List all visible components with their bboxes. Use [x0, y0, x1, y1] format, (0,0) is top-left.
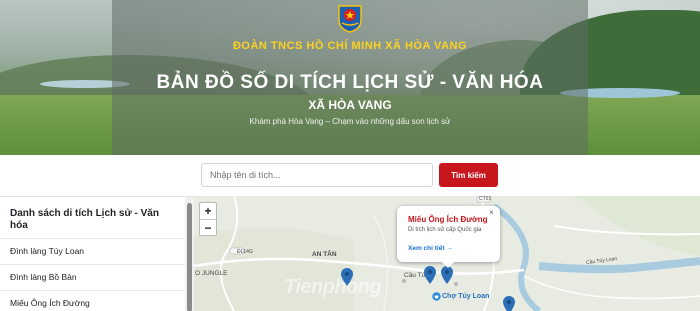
- map-marker-icon[interactable]: [424, 266, 436, 284]
- sidebar-scrollbar-thumb[interactable]: [187, 203, 192, 311]
- search-button[interactable]: Tìm kiếm: [439, 163, 498, 187]
- route-label-ct01: CT01: [479, 196, 492, 202]
- page-title: BẢN ĐỒ SỐ DI TÍCH LỊCH SỬ - VĂN HÓA: [156, 72, 544, 93]
- map-marker-icon[interactable]: [441, 266, 453, 284]
- market-icon: [432, 292, 441, 301]
- route-label-dl14g: ĐL14G: [237, 249, 253, 255]
- list-item-dinh-lang-tuy-loan[interactable]: Đình làng Túy Loan: [0, 238, 185, 263]
- zoom-in-button[interactable]: +: [200, 203, 216, 219]
- list-item-dinh-lang-bo-ban[interactable]: Đình làng Bồ Bản: [0, 264, 185, 289]
- site-list-title: Danh sách di tích Lịch sử - Văn hóa: [10, 208, 159, 231]
- hero-tagline: Khám phá Hòa Vang – Chạm vào những dấu s…: [249, 117, 451, 126]
- popup-title: Miếu Ông Ích Đường: [408, 215, 488, 224]
- search-input[interactable]: [201, 163, 433, 187]
- zoom-out-button[interactable]: −: [200, 220, 216, 236]
- map-zoom-control: + −: [199, 202, 217, 236]
- map-label-cho-tuy-loan: Chợ Túy Loan: [442, 293, 490, 300]
- tienphong-watermark: Tienphong: [284, 276, 382, 298]
- page-subtitle: XÃ HÒA VANG: [308, 98, 392, 112]
- map-label-jungle: O JUNGLE: [195, 270, 228, 277]
- popup-details-link[interactable]: Xem chi tiết →: [408, 245, 453, 252]
- hero-banner: ĐOÀN TNCS HỒ CHÍ MINH XÃ HÒA VANG BẢN ĐỒ…: [0, 0, 700, 155]
- map-popup: × Miếu Ông Ích Đường Di tích lịch sử cấp…: [397, 206, 500, 268]
- popup-description: Di tích lịch sử cấp Quốc gia: [408, 227, 482, 233]
- popup-close-button[interactable]: ×: [489, 208, 494, 217]
- organization-name: ĐOÀN TNCS HỒ CHÍ MINH XÃ HÒA VANG: [232, 40, 468, 52]
- list-item-mieu-ong-ich-duong[interactable]: Miếu Ông Ích Đường: [0, 290, 185, 311]
- youth-union-emblem-icon: [338, 5, 362, 33]
- map-label-an-tan: AN TÂN: [312, 251, 337, 258]
- map-marker-icon[interactable]: [503, 296, 515, 311]
- heritage-site-list: Danh sách di tích Lịch sử - Văn hóa Đình…: [0, 196, 194, 311]
